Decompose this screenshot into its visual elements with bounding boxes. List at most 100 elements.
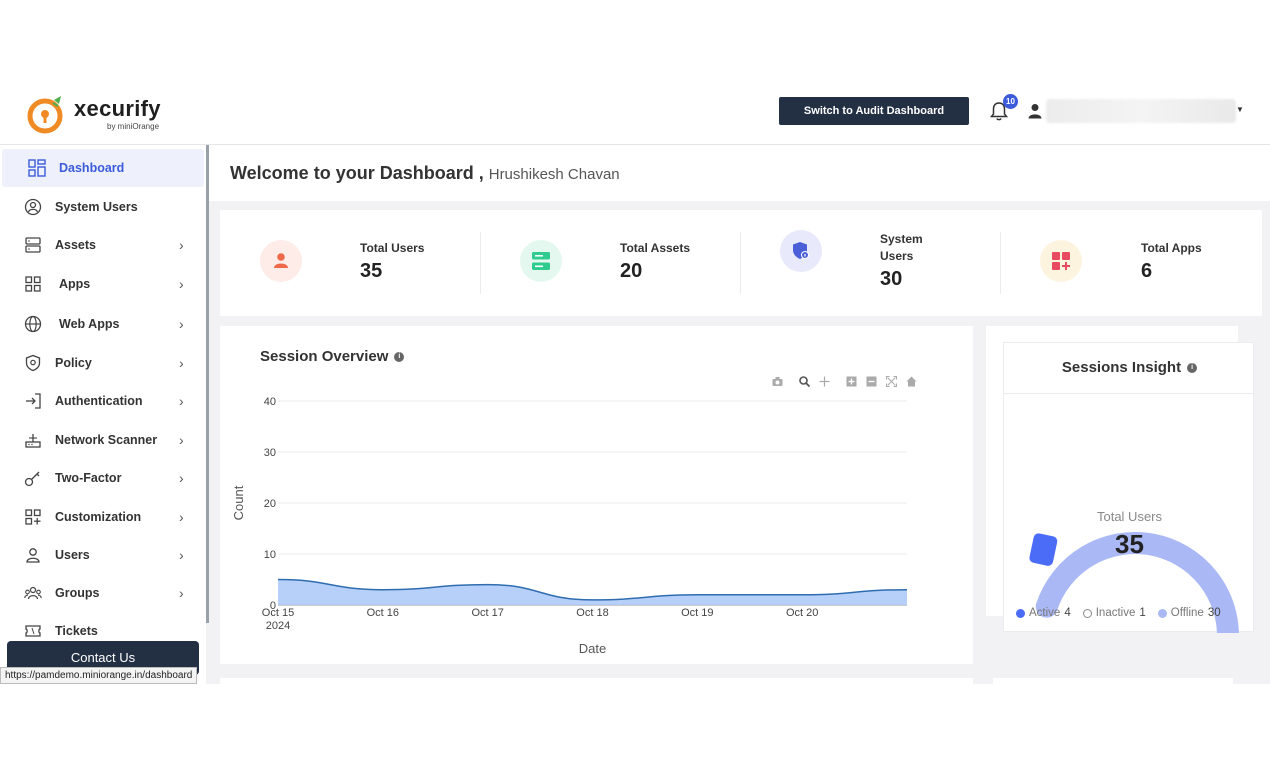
legend-item-offline[interactable]: Offline 30 (1157, 607, 1221, 619)
legend-value: 1 (1139, 607, 1146, 619)
sessions-gauge-chart[interactable] (1004, 343, 1255, 633)
x-tick-label: Oct 18 (576, 607, 608, 619)
sidebar-item-policy[interactable]: Policy › (2, 344, 204, 382)
stat-total-apps: Total Apps 6 (1000, 210, 1260, 316)
sidebar-item-customization[interactable]: Customization › (2, 498, 204, 536)
sidebar-item-users[interactable]: Users › (2, 536, 204, 574)
stat-label-line2: Users (880, 249, 914, 263)
legend-item-active[interactable]: Active 4 (1016, 607, 1071, 619)
x-tick-label: Oct 20 (786, 607, 818, 619)
page-title: Welcome to your Dashboard , Hrushikesh C… (230, 163, 620, 184)
sidebar-item-label: Assets (55, 238, 96, 252)
x-tick-label: Oct 19 (681, 607, 713, 619)
stat-label: Total Assets (620, 241, 691, 255)
sidebar-item-label: Network Scanner (55, 433, 158, 447)
welcome-title-text: Welcome to your Dashboard , (230, 163, 484, 183)
stat-total-users: Total Users 35 (220, 210, 480, 316)
next-card-top-edge (993, 678, 1233, 684)
gauge-legend: Active 4 Inactive 1 Offline 30 (1016, 607, 1221, 619)
legend-value: 4 (1064, 607, 1071, 619)
logo-mark-icon (27, 96, 63, 134)
xecurify-logo[interactable]: xecurify by miniOrange (24, 94, 174, 136)
legend-label: Active (1029, 607, 1061, 619)
legend-item-inactive[interactable]: Inactive 1 (1082, 607, 1146, 619)
y-tick-label: 10 (264, 549, 276, 561)
legend-dot (1157, 608, 1167, 618)
x-tick-label: Oct 17 (471, 607, 503, 619)
legend-value: 30 (1207, 607, 1221, 619)
stat-label: Total Users (360, 241, 425, 255)
next-card-top-edge (220, 678, 973, 684)
gauge-label: Total Users (1096, 509, 1163, 524)
session-overview-card: Session Overview i 0 10 20 30 40 Oct 15 2024 Oct… (220, 326, 973, 664)
stat-value: 20 (620, 260, 643, 282)
user-circle-icon (24, 198, 42, 216)
dashboard-grid-icon (28, 159, 46, 177)
welcome-user-name: Hrushikesh Chavan (488, 166, 620, 183)
sidebar-scrollbar[interactable] (206, 145, 209, 623)
sidebar-item-label: Two-Factor (55, 471, 122, 485)
login-arrow-icon (26, 393, 41, 409)
legend-label: Offline (1170, 607, 1204, 619)
logo-byline: by miniOrange (107, 122, 160, 131)
logo-name: xecurify (74, 96, 161, 121)
welcome-bar: Welcome to your Dashboard , Hrushikesh C… (209, 145, 1270, 201)
apps-plus-icon (1052, 252, 1070, 270)
session-overview-chart[interactable]: 010203040Oct 152024Oct 16 Oct 17 Oct 18 Oct… (220, 326, 973, 664)
chevron-right-icon: › (179, 276, 184, 292)
stat-value: 6 (1141, 260, 1153, 282)
sidebar-item-two-factor[interactable]: Two-Factor › (2, 459, 204, 497)
switch-audit-dashboard-button[interactable]: Switch to Audit Dashboard (779, 97, 969, 125)
chevron-right-icon: › (179, 470, 184, 486)
sidebar-item-authentication[interactable]: Authentication › (2, 382, 204, 420)
chevron-right-icon: › (179, 585, 184, 601)
app-viewport: xecurify by miniOrange Switch to Audit D… (0, 84, 1270, 684)
sidebar-item-network-scanner[interactable]: Network Scanner › (2, 421, 204, 459)
y-axis-label: Count (231, 485, 246, 520)
sidebar-item-assets[interactable]: Assets › (2, 226, 204, 264)
user-icon (274, 253, 288, 268)
chevron-down-icon[interactable]: ▼ (1236, 105, 1244, 114)
globe-icon (24, 315, 42, 333)
sidebar-item-dashboard[interactable]: Dashboard (2, 149, 204, 187)
stat-label: Total Apps (1141, 241, 1202, 255)
user-name-redacted[interactable] (1046, 99, 1236, 123)
stat-value: 30 (880, 268, 903, 290)
sidebar-item-system-users[interactable]: System Users (2, 188, 204, 226)
y-tick-label: 30 (264, 447, 276, 459)
sidebar-item-label: Authentication (55, 394, 143, 408)
legend-label: Inactive (1095, 607, 1136, 619)
gauge-value: 35 (1115, 529, 1144, 559)
sidebar-item-apps[interactable]: Apps › (2, 265, 204, 303)
chevron-right-icon: › (179, 547, 184, 563)
stat-label-line1: System (880, 232, 923, 246)
chevron-right-icon: › (179, 509, 184, 525)
server-icon (532, 252, 550, 270)
x-tick-label-year: 2024 (266, 620, 290, 632)
shield-icon (25, 354, 41, 372)
sidebar-item-label: Tickets (55, 624, 98, 638)
grid-plus-icon (25, 509, 41, 525)
sidebar-item-groups[interactable]: Groups › (2, 574, 204, 612)
stat-icon-bg (260, 240, 302, 282)
sidebar-item-label: Groups (55, 586, 100, 600)
y-tick-label: 40 (264, 396, 276, 408)
x-tick-label: Oct 16 (367, 607, 399, 619)
chevron-right-icon: › (179, 393, 184, 409)
sidebar-item-label: Customization (55, 510, 142, 524)
legend-dot (1016, 608, 1025, 618)
chevron-right-icon: › (179, 432, 184, 448)
stat-system-users: System Users 30 (740, 210, 1000, 316)
user-icon[interactable] (1028, 103, 1042, 119)
server-icon (25, 237, 41, 253)
sidebar-item-label: Apps (59, 277, 91, 291)
sidebar: Dashboard System Users Assets › Apps › W… (0, 145, 206, 684)
stat-icon-bg (520, 240, 562, 282)
x-tick-label: Oct 15 (262, 607, 294, 619)
stat-icon-bg (1040, 240, 1082, 282)
sidebar-item-web-apps[interactable]: Web Apps › (2, 305, 204, 343)
sidebar-item-label: Dashboard (59, 161, 125, 175)
stats-panel: Total Users 35 Total Assets 20 System Us… (220, 210, 1262, 316)
sidebar-item-label: Policy (55, 356, 92, 370)
area-fill (278, 579, 907, 605)
